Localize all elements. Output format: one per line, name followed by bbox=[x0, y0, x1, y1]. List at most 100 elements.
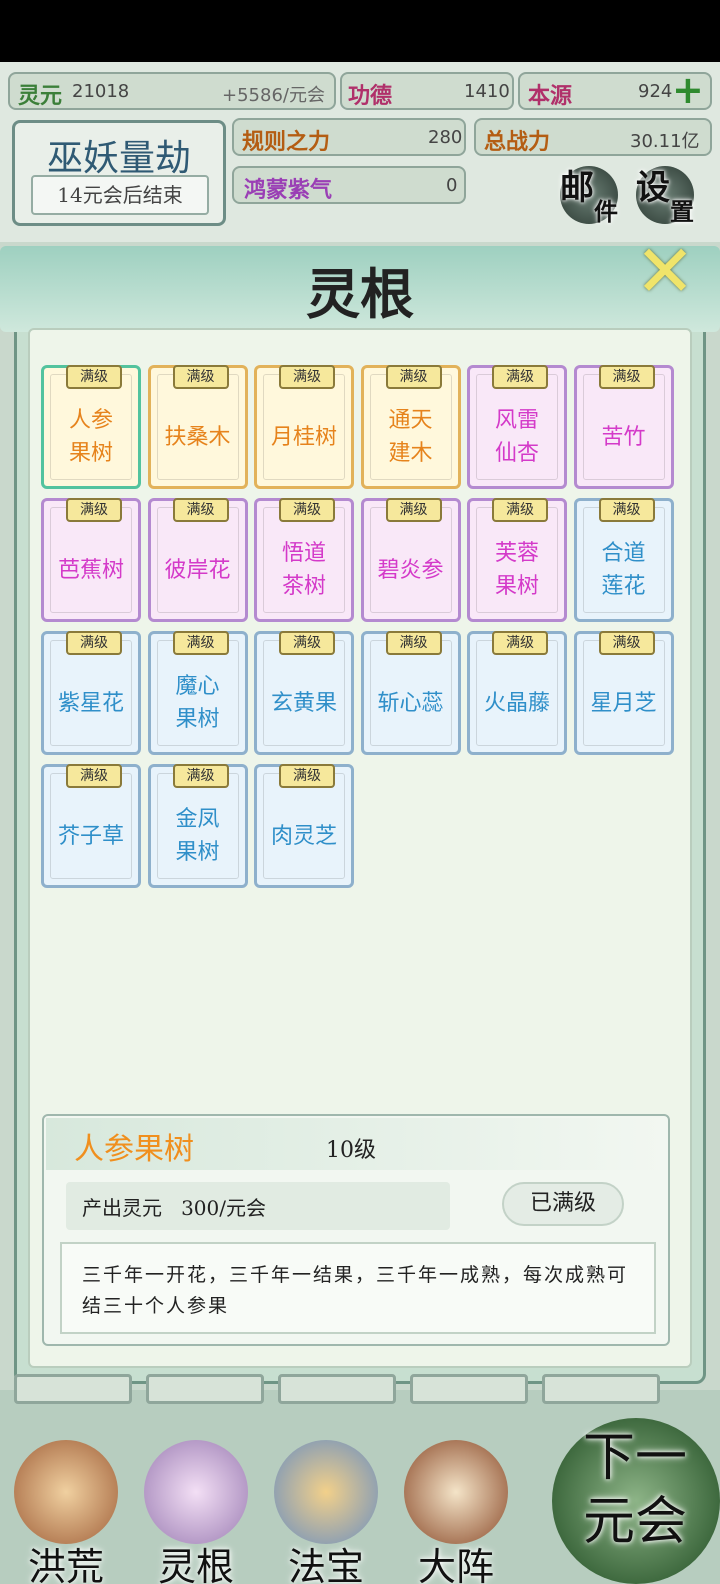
max-level-badge: 满级 bbox=[598, 365, 655, 389]
lingen-card[interactable]: 满级 悟道 茶树 bbox=[254, 498, 354, 622]
lotus-icon bbox=[144, 1440, 248, 1544]
lingen-card[interactable]: 满级 月桂树 bbox=[254, 365, 354, 489]
lingen-card[interactable]: 满级 芥子草 bbox=[41, 764, 141, 888]
card-name: 芭蕉树 bbox=[57, 557, 124, 583]
lingen-card[interactable]: 满级 通天 建木 bbox=[360, 365, 461, 489]
lingen-card[interactable]: 满级 人参 果树 bbox=[41, 365, 141, 489]
max-level-badge: 满级 bbox=[172, 631, 229, 655]
max-level-badge: 满级 bbox=[66, 365, 122, 389]
gongde-strip: 功德 1410 bbox=[340, 72, 514, 110]
lingen-card[interactable]: 满级 碧炎参 bbox=[360, 498, 461, 622]
boss-event-box[interactable]: 巫妖量劫 14元会后结束 bbox=[12, 120, 226, 226]
description-box: 三千年一开花，三千年一结果，三千年一成熟，每次成熟可结三十个人参果 bbox=[60, 1242, 656, 1334]
boss-event-title: 巫妖量劫 bbox=[46, 138, 191, 179]
lingen-card[interactable]: 满级 扶桑木 bbox=[147, 365, 248, 489]
hidden-slot bbox=[278, 1374, 396, 1404]
max-level-badge: 满级 bbox=[66, 631, 122, 655]
panel-header-banner: 灵根 bbox=[0, 246, 720, 332]
card-name: 苦竹 bbox=[601, 424, 646, 450]
treasure-icon bbox=[274, 1440, 378, 1544]
max-level-badge: 满级 bbox=[598, 631, 655, 655]
lingen-card[interactable]: 满级 金凤 果树 bbox=[147, 764, 248, 888]
lingen-card[interactable]: 满级 芭蕉树 bbox=[41, 498, 141, 622]
lingen-card[interactable]: 满级火晶藤 bbox=[467, 631, 567, 755]
guize-label: 规则之力 bbox=[242, 129, 331, 155]
formation-icon bbox=[404, 1440, 508, 1544]
description-text: 三千年一开花，三千年一结果，三千年一成熟，每次成熟可结三十个人参果 bbox=[82, 1264, 629, 1317]
volcano-icon bbox=[14, 1440, 118, 1544]
benyuan-strip: 本源 924 + bbox=[518, 68, 712, 112]
lingen-card[interactable]: 满级 魔心 果树 bbox=[147, 631, 248, 755]
benyuan-label: 本源 bbox=[528, 83, 573, 109]
card-name: 合道 莲花 bbox=[601, 541, 646, 599]
settings-label-2: 置 bbox=[670, 197, 694, 226]
lingen-card[interactable]: 满级 合道 莲花 bbox=[573, 498, 674, 622]
mail-button[interactable]: 邮 件 bbox=[560, 166, 618, 226]
benyuan-value: 924 bbox=[638, 81, 673, 102]
lingen-card[interactable]: 满级肉灵芝 bbox=[254, 764, 354, 888]
hidden-slot bbox=[146, 1374, 264, 1404]
nav-lingen[interactable]: 灵根 bbox=[134, 1430, 258, 1584]
gongde-value: 1410 bbox=[464, 81, 510, 102]
card-name: 金凤 果树 bbox=[175, 807, 220, 865]
nav-dazhen-label: 大阵 bbox=[417, 1545, 494, 1584]
card-name: 火晶藤 bbox=[483, 690, 550, 716]
mail-label-1: 邮 bbox=[560, 168, 594, 208]
max-level-badge: 满级 bbox=[172, 365, 229, 389]
detail-level: 10级 bbox=[326, 1138, 376, 1163]
lingen-card[interactable]: 满级 芙蓉 果树 bbox=[467, 498, 567, 622]
yield-text: 产出灵元 300/元会 bbox=[82, 1196, 266, 1220]
guize-strip: 规则之力 280 bbox=[232, 118, 466, 156]
hongmeng-label: 鸿蒙紫气 bbox=[244, 177, 333, 203]
zhanli-strip: 总战力 30.11亿 bbox=[474, 118, 712, 156]
detail-name: 人参果树 bbox=[74, 1132, 194, 1167]
max-level-badge: 满级 bbox=[66, 764, 122, 788]
max-level-badge: 满级 bbox=[492, 631, 548, 655]
lingen-card[interactable]: 满级 苦竹 bbox=[573, 365, 674, 489]
lingen-card[interactable]: 满级 斩心蕊 bbox=[360, 631, 461, 755]
nav-honghuang-label: 洪荒 bbox=[27, 1545, 104, 1584]
max-level-badge: 满级 bbox=[279, 365, 335, 389]
settings-button[interactable]: 设 置 bbox=[636, 166, 694, 226]
nav-honghuang[interactable]: 洪荒 bbox=[4, 1430, 128, 1584]
hongmeng-strip: 鸿蒙紫气 0 bbox=[232, 166, 466, 204]
card-name: 通天 建木 bbox=[388, 408, 433, 466]
card-name: 彼岸花 bbox=[164, 557, 231, 583]
hongmeng-value: 0 bbox=[446, 175, 458, 196]
card-name: 紫星花 bbox=[57, 690, 124, 716]
hidden-slot bbox=[542, 1374, 660, 1404]
card-name: 风雷 仙杏 bbox=[494, 408, 539, 466]
lingen-card[interactable]: 满级 风雷 仙杏 bbox=[467, 365, 567, 489]
lingen-card[interactable]: 满级 彼岸花 bbox=[147, 498, 248, 622]
settings-label-1: 设 bbox=[636, 168, 670, 208]
nav-fabao-label: 法宝 bbox=[287, 1545, 364, 1584]
max-level-badge: 满级 bbox=[279, 764, 335, 788]
card-name: 肉灵芝 bbox=[270, 823, 337, 849]
add-benyuan-icon[interactable]: + bbox=[672, 68, 704, 112]
lingen-detail-box: 人参果树 10级 产出灵元 300/元会 已满级 三千年一开花，三千年一结果，三… bbox=[42, 1114, 670, 1346]
maxed-button[interactable]: 已满级 bbox=[502, 1182, 624, 1226]
close-icon[interactable]: ✕ bbox=[630, 235, 700, 307]
hidden-slot bbox=[14, 1374, 132, 1404]
card-name: 星月芝 bbox=[590, 690, 657, 716]
card-name: 人参 果树 bbox=[68, 408, 113, 466]
zhanli-label: 总战力 bbox=[484, 129, 551, 155]
next-round-label: 下一 元会 bbox=[582, 1428, 687, 1552]
card-name: 魔心 果树 bbox=[175, 674, 220, 732]
lingen-card[interactable]: 满级紫星花 bbox=[41, 631, 141, 755]
lingen-card[interactable]: 满级 玄黄果 bbox=[254, 631, 354, 755]
nav-fabao[interactable]: 法宝 bbox=[264, 1430, 388, 1584]
lingen-card[interactable]: 满级 星月芝 bbox=[573, 631, 674, 755]
nav-dazhen[interactable]: 大阵 bbox=[394, 1430, 518, 1584]
nav-lingen-label: 灵根 bbox=[157, 1545, 234, 1584]
card-name: 碧炎参 bbox=[377, 557, 444, 583]
max-level-badge: 满级 bbox=[492, 498, 548, 522]
max-level-badge: 满级 bbox=[279, 498, 335, 522]
status-bar bbox=[0, 0, 720, 62]
lingyuan-label: 灵元 bbox=[18, 83, 63, 109]
lingyuan-rate: +5586/元会 bbox=[222, 85, 325, 106]
max-level-badge: 满级 bbox=[385, 365, 442, 389]
boss-event-countdown: 14元会后结束 bbox=[31, 175, 209, 215]
max-level-badge: 满级 bbox=[598, 498, 655, 522]
panel-title: 灵根 bbox=[306, 262, 414, 326]
